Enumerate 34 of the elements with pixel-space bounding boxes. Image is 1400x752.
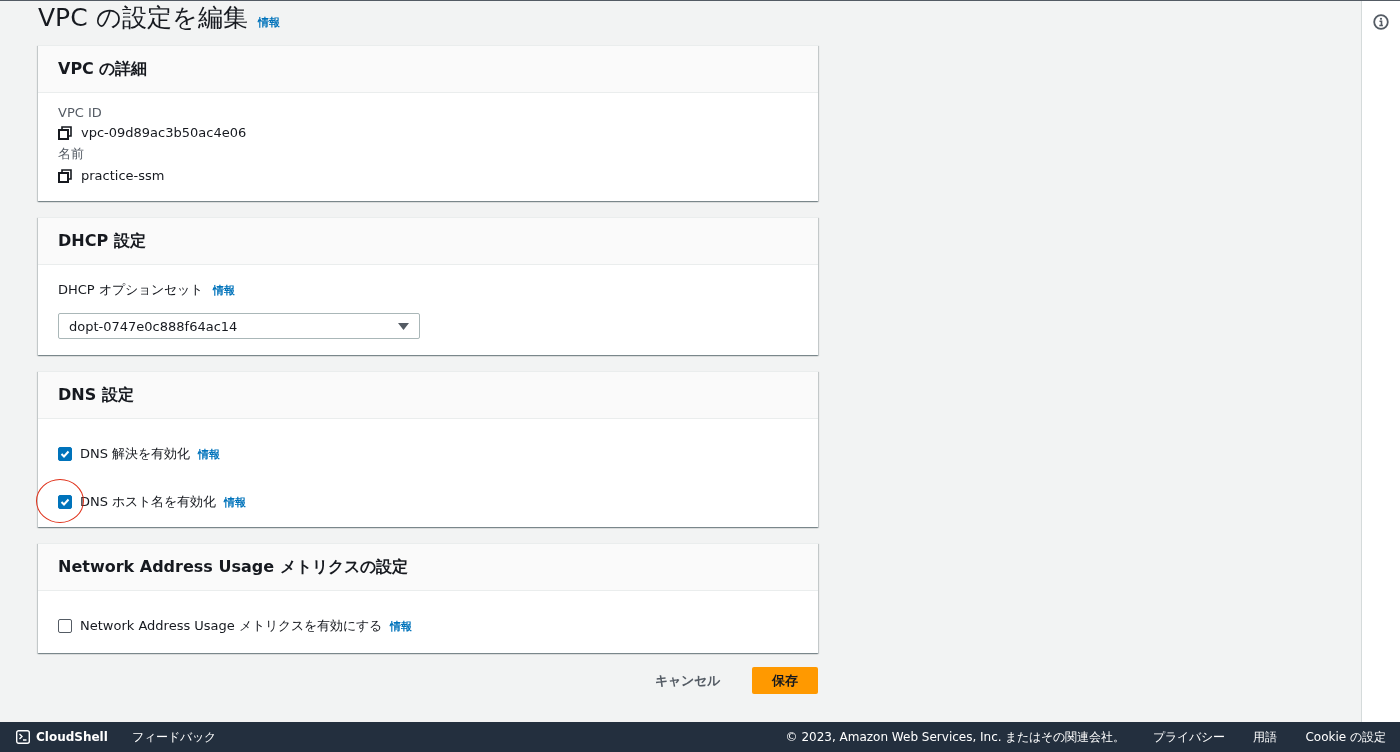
- field-value: practice-ssm: [81, 168, 165, 183]
- cancel-button[interactable]: キャンセル: [643, 667, 732, 694]
- field-label: DHCP オプションセット: [58, 281, 203, 299]
- footer-link[interactable]: プライバシー: [1153, 728, 1226, 746]
- section-title: VPC の詳細: [58, 58, 148, 80]
- footer-link[interactable]: 用語: [1253, 728, 1278, 746]
- caret-icon: [398, 322, 409, 330]
- info-link[interactable]: 情報: [224, 494, 247, 510]
- footer-link[interactable]: Cookie の設定: [1305, 728, 1386, 746]
- field-label: 名前: [58, 145, 85, 163]
- checkbox[interactable]: [58, 495, 72, 509]
- info-link[interactable]: 情報: [198, 446, 221, 462]
- info-link[interactable]: 情報: [257, 15, 280, 30]
- copy-icon[interactable]: [58, 169, 72, 183]
- feedback-link[interactable]: フィードバック: [131, 728, 216, 746]
- checkbox[interactable]: [58, 447, 72, 461]
- info-link[interactable]: 情報: [389, 618, 412, 634]
- checkbox-label: Network Address Usage メトリクスを有効にする: [80, 617, 382, 635]
- page-title: VPC の設定を編集: [38, 2, 248, 34]
- save-button[interactable]: 保存: [752, 667, 818, 694]
- checkbox[interactable]: [58, 619, 72, 633]
- section-title: DNS 設定: [58, 384, 134, 406]
- dhcp-select[interactable]: dopt-0747e0c888f64ac14: [58, 313, 420, 339]
- checkbox-label: DNS 解決を有効化: [80, 445, 191, 463]
- copy-icon[interactable]: [58, 126, 72, 140]
- field-label: VPC ID: [58, 105, 103, 120]
- section-title: DHCP 設定: [58, 230, 146, 252]
- copyright-text: © 2023, Amazon Web Services, Inc. またはその関連会社。: [785, 728, 1126, 746]
- cloudshell-link[interactable]: CloudShell: [16, 730, 108, 744]
- terminal-icon: [16, 730, 30, 744]
- info-icon[interactable]: [1373, 14, 1389, 30]
- field-value: vpc-09d89ac3b50ac4e06: [81, 125, 247, 140]
- info-link[interactable]: 情報: [212, 282, 235, 298]
- section-title: Network Address Usage メトリクスの設定: [58, 556, 408, 578]
